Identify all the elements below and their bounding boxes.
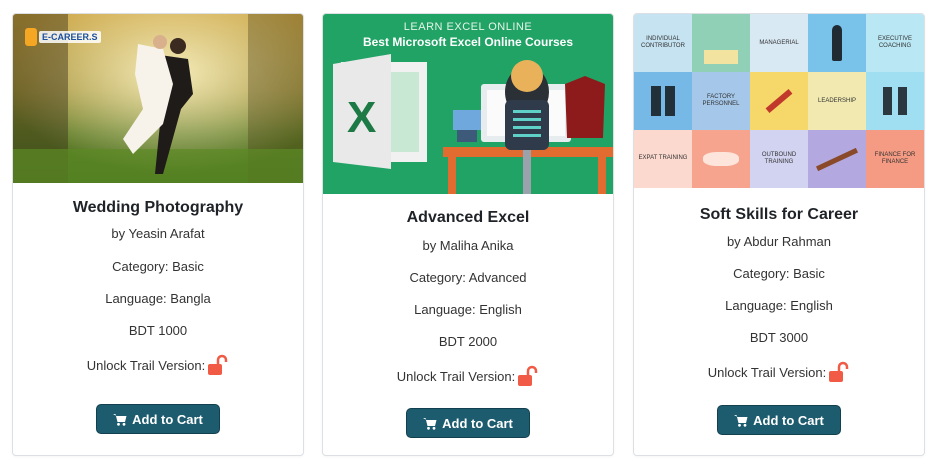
unlock-trial-label: Unlock Trail Version: bbox=[86, 357, 206, 373]
tile-managerial: MANAGERIAL bbox=[750, 14, 808, 72]
tile-race-art bbox=[808, 130, 866, 188]
course-language: Language: English bbox=[414, 302, 522, 317]
add-to-cart-button[interactable]: Add to Cart bbox=[717, 405, 841, 435]
course-price: BDT 3000 bbox=[749, 330, 809, 345]
unlock-trial-label: Unlock Trail Version: bbox=[396, 368, 516, 384]
course-image-soft-skills[interactable]: INDIVIDUAL CONTRIBUTOR MANAGERIAL EXECUT… bbox=[634, 14, 924, 190]
course-category: Category: Basic bbox=[733, 266, 825, 281]
course-author: by Maliha Anika bbox=[422, 238, 514, 253]
tile-outbound-training: OUTBOUND TRAINING bbox=[750, 130, 808, 188]
e-careers-logo: E-CAREER.S bbox=[25, 28, 101, 46]
tile-expat-training: EXPAT TRAINING bbox=[634, 130, 692, 188]
add-to-cart-label: Add to Cart bbox=[753, 412, 824, 428]
unlock-icon[interactable] bbox=[207, 354, 229, 376]
add-to-cart-button[interactable]: Add to Cart bbox=[96, 404, 220, 434]
tile-growth-art bbox=[750, 72, 808, 130]
unlock-icon[interactable] bbox=[517, 365, 539, 387]
course-category: Category: Basic bbox=[112, 259, 204, 274]
banner-big-text: Best Microsoft Excel Online Courses bbox=[362, 35, 574, 49]
course-card-wedding-photography: E-CAREER.S Wedding Photography by Yeasin… bbox=[12, 13, 304, 456]
course-author: by Yeasin Arafat bbox=[111, 226, 205, 241]
unlock-trial: Unlock Trail Version: bbox=[87, 354, 230, 376]
course-author: by Abdur Rahman bbox=[726, 234, 832, 249]
course-language: Language: English bbox=[725, 298, 833, 313]
course-category: Category: Advanced bbox=[409, 270, 527, 285]
tile-coaching-art bbox=[866, 72, 924, 130]
add-to-cart-label: Add to Cart bbox=[442, 415, 513, 431]
tile-manager-art bbox=[808, 14, 866, 72]
tile-podium-art bbox=[692, 14, 750, 72]
course-card-advanced-excel: X LEARN EXCEL ONLINE Best Microsoft Exce… bbox=[322, 13, 614, 456]
course-image-wedding[interactable]: E-CAREER.S bbox=[13, 14, 303, 183]
tile-world-map-art bbox=[692, 130, 750, 188]
add-to-cart-label: Add to Cart bbox=[132, 411, 203, 427]
unlock-trial-label: Unlock Trail Version: bbox=[707, 364, 827, 380]
unlock-icon[interactable] bbox=[828, 361, 850, 383]
banner-small-text: LEARN EXCEL ONLINE bbox=[403, 21, 533, 33]
course-price: BDT 2000 bbox=[438, 334, 498, 349]
course-image-excel[interactable]: X LEARN EXCEL ONLINE Best Microsoft Exce… bbox=[323, 14, 613, 194]
tile-individual-contributor: INDIVIDUAL CONTRIBUTOR bbox=[634, 14, 692, 72]
add-to-cart-button[interactable]: Add to Cart bbox=[406, 408, 530, 438]
tile-leadership: LEADERSHIP bbox=[808, 72, 866, 130]
tile-handshake-art bbox=[634, 72, 692, 130]
course-card-soft-skills: INDIVIDUAL CONTRIBUTOR MANAGERIAL EXECUT… bbox=[633, 13, 925, 456]
tile-factory-personnel: FACTORY PERSONNEL bbox=[692, 72, 750, 130]
course-language: Language: Bangla bbox=[105, 291, 211, 306]
course-title: Soft Skills for Career bbox=[699, 206, 859, 223]
tile-finance-for-finance: FINANCE FOR FINANCE bbox=[866, 130, 924, 188]
cart-icon bbox=[734, 414, 748, 427]
cart-icon bbox=[423, 417, 437, 430]
course-title: Wedding Photography bbox=[72, 199, 244, 216]
unlock-trial: Unlock Trail Version: bbox=[397, 365, 540, 387]
cart-icon bbox=[113, 413, 127, 426]
unlock-trial: Unlock Trail Version: bbox=[708, 361, 851, 383]
svg-text:X: X bbox=[347, 93, 376, 142]
tile-executive-coaching: EXECUTIVE COACHING bbox=[866, 14, 924, 72]
course-title: Advanced Excel bbox=[406, 209, 530, 226]
course-price: BDT 1000 bbox=[128, 323, 188, 338]
